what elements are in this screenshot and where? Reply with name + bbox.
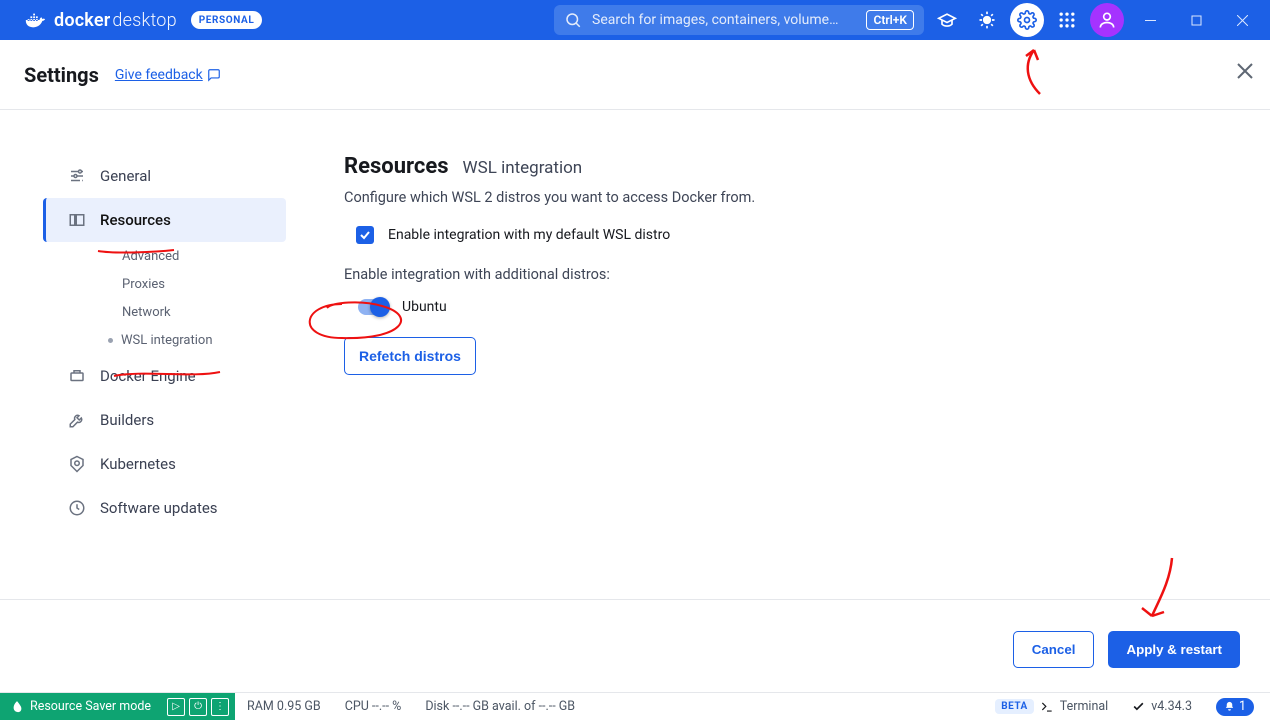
window-maximize[interactable]	[1176, 0, 1216, 40]
cancel-button[interactable]: Cancel	[1013, 631, 1095, 668]
search-icon	[564, 11, 582, 29]
kubernetes-icon	[68, 455, 86, 473]
terminal-icon	[1040, 700, 1054, 714]
topbar: dockerdesktop PERSONAL Search for images…	[0, 0, 1270, 40]
leaf-icon	[10, 700, 24, 714]
give-feedback-link[interactable]: Give feedback	[115, 67, 221, 83]
docker-logo: dockerdesktop PERSONAL	[8, 9, 262, 31]
page-heading: Resources	[344, 154, 449, 179]
engine-start[interactable]: ▷	[167, 698, 185, 716]
check-icon	[1132, 700, 1145, 713]
update-icon	[68, 499, 86, 517]
notifications-button[interactable]: 1	[1216, 698, 1254, 716]
window-close[interactable]	[1222, 0, 1262, 40]
distro-toggle-ubuntu[interactable]: Ubuntu	[344, 299, 1230, 315]
engine-icon	[68, 367, 86, 385]
sidebar-sub-advanced[interactable]: Advanced	[46, 242, 286, 270]
version-label[interactable]: v4.34.3	[1120, 699, 1204, 714]
footer-divider	[0, 599, 1270, 600]
apps-icon[interactable]	[1050, 3, 1084, 37]
refetch-button[interactable]: Refetch distros	[344, 337, 476, 375]
sidebar-item-engine[interactable]: Docker Engine	[46, 354, 286, 398]
brand-light: desktop	[112, 10, 176, 31]
sidebar-sub-wsl[interactable]: WSL integration	[46, 326, 286, 354]
checkbox-icon	[356, 226, 374, 244]
search-shortcut: Ctrl+K	[866, 10, 914, 30]
brand-bold: docker	[54, 10, 110, 31]
sidebar-item-resources[interactable]: Resources	[43, 198, 286, 242]
sidebar-item-general[interactable]: General	[46, 154, 286, 198]
search-placeholder: Search for images, containers, volume…	[592, 12, 856, 28]
resources-icon	[68, 211, 86, 229]
settings-sidebar: General Resources Advanced Proxies Netwo…	[0, 110, 286, 692]
avatar[interactable]	[1090, 3, 1124, 37]
whale-icon	[24, 9, 46, 31]
sidebar-item-kubernetes[interactable]: Kubernetes	[46, 442, 286, 486]
ram-stat: RAM 0.95 GB	[235, 699, 333, 714]
apply-restart-button[interactable]: Apply & restart	[1108, 631, 1240, 668]
sliders-icon	[68, 167, 86, 185]
default-distro-checkbox[interactable]: Enable integration with my default WSL d…	[344, 226, 1230, 244]
window-minimize[interactable]	[1130, 0, 1170, 40]
cpu-stat: CPU --.-- %	[333, 699, 414, 714]
page-description: Configure which WSL 2 distros you want t…	[344, 189, 1230, 206]
sidebar-sub-proxies[interactable]: Proxies	[46, 270, 286, 298]
toggle-switch[interactable]	[358, 299, 388, 315]
sidebar-item-builders[interactable]: Builders	[46, 398, 286, 442]
search-input[interactable]: Search for images, containers, volume… C…	[554, 5, 924, 35]
terminal-toggle[interactable]: BETA Terminal	[983, 699, 1120, 714]
sidebar-sub-network[interactable]: Network	[46, 298, 286, 326]
additional-distros-label: Enable integration with additional distr…	[344, 266, 1230, 283]
sidebar-item-updates[interactable]: Software updates	[46, 486, 286, 530]
bell-icon	[1224, 701, 1235, 712]
learning-icon[interactable]	[930, 3, 964, 37]
feedback-icon	[207, 68, 221, 82]
bug-icon[interactable]	[970, 3, 1004, 37]
footer-buttons: Cancel Apply & restart	[1013, 631, 1240, 668]
close-settings[interactable]	[1236, 62, 1254, 84]
wrench-icon	[68, 411, 86, 429]
engine-controls: ▷ ⏻ ⋮	[161, 693, 235, 720]
settings-content: Resources WSL integration Configure whic…	[286, 110, 1270, 692]
status-bar: Resource Saver mode ▷ ⏻ ⋮ RAM 0.95 GB CP…	[0, 692, 1270, 720]
engine-stop[interactable]: ⏻	[189, 698, 207, 716]
settings-icon[interactable]	[1010, 3, 1044, 37]
resource-saver-badge[interactable]: Resource Saver mode	[0, 693, 161, 720]
page-subheading: WSL integration	[463, 158, 583, 178]
plan-badge: PERSONAL	[191, 11, 263, 29]
engine-menu[interactable]: ⋮	[211, 698, 229, 716]
disk-stat: Disk --.-- GB avail. of --.-- GB	[413, 699, 587, 714]
settings-header: Settings Give feedback	[0, 40, 1270, 110]
settings-title: Settings	[24, 63, 99, 87]
